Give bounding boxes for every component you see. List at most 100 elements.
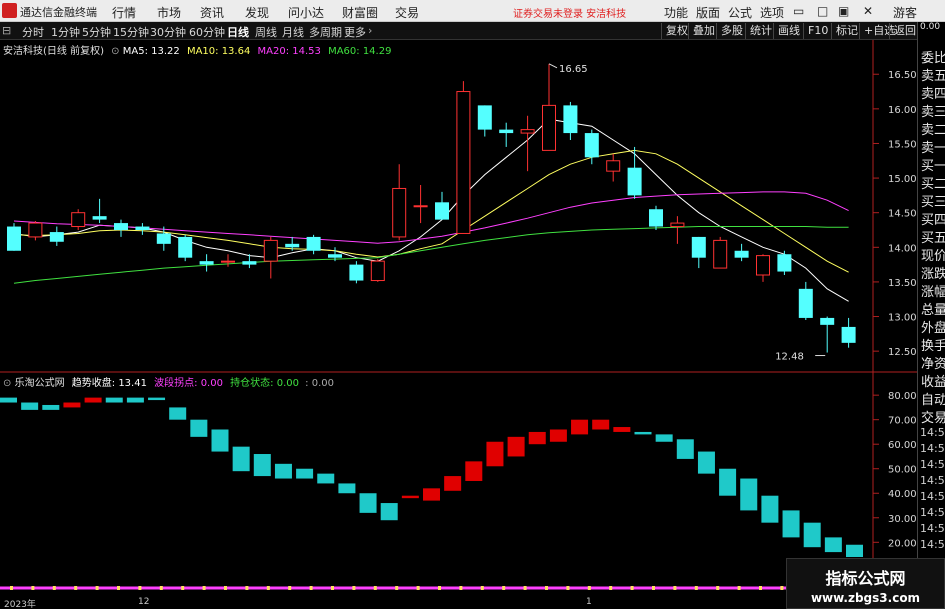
period-5min[interactable]: 5分钟 bbox=[82, 24, 111, 40]
minimize-icon[interactable]: ▭ bbox=[793, 4, 804, 18]
marker-dot bbox=[480, 586, 484, 590]
sub-bar-cyan bbox=[232, 446, 250, 472]
menu-jiaoyi[interactable]: 交易 bbox=[395, 4, 419, 21]
brand-url: www.zbgs3.com bbox=[810, 591, 921, 605]
side-trade[interactable]: 交易 bbox=[921, 407, 945, 426]
menu-banmian[interactable]: 版面 bbox=[696, 4, 720, 21]
sub-bar-red bbox=[571, 419, 589, 435]
candle-down bbox=[734, 250, 749, 258]
menu-shichang[interactable]: 市场 bbox=[157, 4, 181, 21]
period-monthly[interactable]: 月线 bbox=[282, 24, 304, 40]
price-tick-label: 15.50 bbox=[888, 139, 917, 150]
menu-xuanxiang[interactable]: 选项 bbox=[760, 4, 784, 21]
candle-down bbox=[7, 226, 21, 251]
menu-wenxiaoda[interactable]: 问小达 bbox=[288, 4, 324, 21]
price-tick-label: 15.00 bbox=[888, 174, 917, 185]
sub-bar-cyan bbox=[380, 503, 398, 521]
sub-bar-cyan bbox=[824, 537, 842, 553]
candle-down bbox=[584, 133, 599, 158]
side-outer[interactable]: 外盘 bbox=[921, 317, 945, 336]
candle-up bbox=[713, 239, 728, 269]
sub-bar-red bbox=[444, 476, 462, 491]
sub-bar-red bbox=[401, 495, 419, 499]
period-weekly[interactable]: 周线 bbox=[255, 24, 277, 40]
side-buy2[interactable]: 买二 bbox=[921, 173, 945, 192]
sub-indicator-name[interactable]: 乐淘公式网 bbox=[15, 378, 65, 389]
sub-legend: ⊙ 乐淘公式网 趋势收盘: 13.41 波段拐点: 0.00 持仓状态: 0.0… bbox=[3, 374, 334, 389]
sub-bar-cyan bbox=[782, 510, 800, 538]
side-turnover[interactable]: 换手 bbox=[921, 335, 945, 354]
side-volume[interactable]: 总量 bbox=[921, 299, 945, 318]
ma10-label: MA10: 13.64 bbox=[186, 46, 251, 57]
sub-bar-red bbox=[592, 419, 610, 430]
period-fenshi[interactable]: 分时 bbox=[22, 24, 44, 40]
btn-f10[interactable]: F10 bbox=[803, 23, 828, 39]
ma20-line bbox=[13, 191, 849, 244]
menu-gongneng[interactable]: 功能 bbox=[664, 4, 688, 21]
side-sell5[interactable]: 卖五 bbox=[921, 65, 945, 84]
side-sell1[interactable]: 卖一 bbox=[921, 137, 945, 156]
period-15min[interactable]: 15分钟 bbox=[113, 24, 149, 40]
btn-fanhui[interactable]: 返回 bbox=[889, 23, 916, 39]
toolbar-toggle-icon[interactable]: ⊟ bbox=[2, 24, 11, 37]
side-buy1[interactable]: 买一 bbox=[921, 155, 945, 174]
candle-down bbox=[199, 261, 214, 265]
maximize-icon[interactable]: ▣ bbox=[838, 4, 849, 18]
app-title: 通达信金融终端 bbox=[20, 6, 97, 19]
sub-bar-red bbox=[63, 402, 81, 408]
candle-down bbox=[777, 254, 792, 272]
btn-diejia[interactable]: 叠加 bbox=[688, 23, 715, 39]
close-icon[interactable]: ✕ bbox=[863, 4, 873, 18]
period-more[interactable]: 更多 bbox=[344, 24, 366, 40]
stock-title[interactable]: 安洁科技(日线 前复权) bbox=[3, 46, 104, 57]
side-weibi[interactable]: 委比 bbox=[921, 47, 945, 66]
side-change-pct[interactable]: 涨幅 bbox=[921, 281, 945, 300]
side-sell4[interactable]: 卖四 bbox=[921, 83, 945, 102]
sub-tick-label: 20.00 bbox=[888, 538, 917, 549]
btn-duogu[interactable]: 多股 bbox=[716, 23, 743, 39]
menu-hangqing[interactable]: 行情 bbox=[112, 4, 136, 21]
period-multi[interactable]: 多周期 bbox=[309, 24, 342, 40]
btn-biaoji[interactable]: 标记 bbox=[831, 23, 858, 39]
candle-up bbox=[28, 222, 43, 238]
more-chevron-icon[interactable]: › bbox=[368, 24, 372, 37]
period-daily[interactable]: 日线 bbox=[227, 24, 249, 40]
side-change[interactable]: 涨跌 bbox=[921, 263, 945, 282]
candle-up bbox=[670, 222, 685, 228]
restore-icon[interactable]: □ bbox=[817, 4, 828, 18]
side-time-1: 14:56 bbox=[920, 426, 945, 439]
sub-bar-cyan bbox=[42, 404, 60, 410]
candle-up bbox=[263, 239, 278, 262]
side-auto[interactable]: 自动 bbox=[921, 389, 945, 408]
side-buy4[interactable]: 买四 bbox=[921, 209, 945, 228]
btn-huaxian[interactable]: 画线 bbox=[773, 23, 800, 39]
side-price[interactable]: 现价 bbox=[921, 245, 945, 264]
period-30min[interactable]: 30分钟 bbox=[150, 24, 186, 40]
high-label: 16.65 bbox=[559, 64, 588, 75]
side-sell2[interactable]: 卖二 bbox=[921, 119, 945, 138]
footer-month-12: 12 bbox=[138, 597, 150, 607]
btn-fuquan[interactable]: 复权 bbox=[661, 23, 688, 39]
menu-faxian[interactable]: 发现 bbox=[245, 4, 269, 21]
marker-dot bbox=[459, 586, 463, 590]
guest-label[interactable]: 游客 bbox=[893, 4, 917, 21]
side-sell3[interactable]: 卖三 bbox=[921, 101, 945, 120]
price-tick-label: 13.00 bbox=[888, 313, 917, 324]
chart-area[interactable]: 16.50 16.00 15.50 15.00 14.50 14.00 13.50 13.00… bbox=[0, 40, 917, 597]
sub-value-axis: 80.00 70.00 60.00 50.00 40.00 30.00 20.00 bbox=[873, 391, 917, 549]
side-buy3[interactable]: 买三 bbox=[921, 191, 945, 210]
indicator-toggle-icon[interactable]: ⊙ bbox=[111, 46, 119, 57]
candle-down bbox=[114, 223, 128, 230]
period-60min[interactable]: 60分钟 bbox=[189, 24, 225, 40]
trade-login-notice[interactable]: 证券交易未登录 安洁科技 bbox=[513, 5, 626, 20]
side-netasset[interactable]: 净资 bbox=[921, 353, 945, 372]
sub-toggle-icon[interactable]: ⊙ bbox=[3, 378, 11, 389]
side-earnings[interactable]: 收益 bbox=[921, 371, 945, 390]
period-1min[interactable]: 1分钟 bbox=[51, 24, 80, 40]
btn-tongji[interactable]: 统计 bbox=[745, 23, 772, 39]
menu-caifuquan[interactable]: 财富圈 bbox=[342, 4, 378, 21]
side-buy5[interactable]: 买五 bbox=[921, 227, 945, 246]
menu-zixun[interactable]: 资讯 bbox=[200, 4, 224, 21]
menu-gongshi[interactable]: 公式 bbox=[728, 4, 752, 21]
footer-month-1: 1 bbox=[586, 597, 592, 607]
